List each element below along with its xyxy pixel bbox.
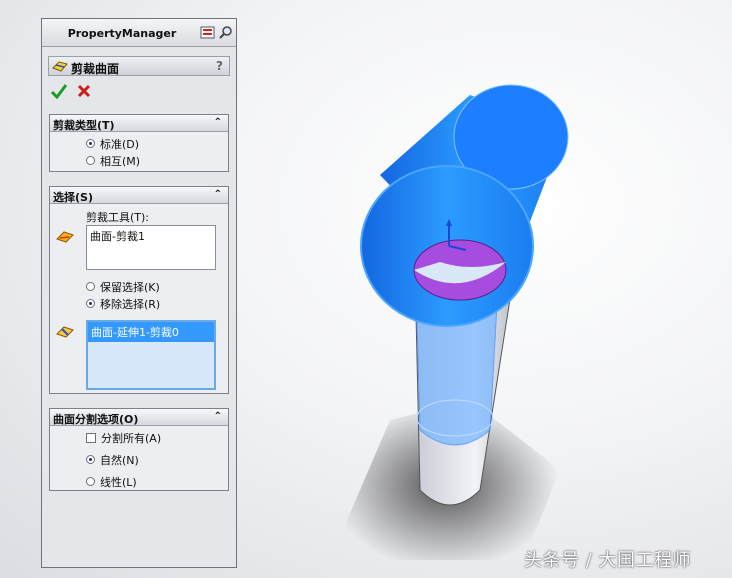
magnifier-icon[interactable] <box>218 25 233 40</box>
trim-tool-icon <box>56 231 74 243</box>
trim-tool-label: 剪裁工具(T): <box>86 211 150 224</box>
help-icon[interactable]: ? <box>216 59 223 73</box>
trim-tool-listbox[interactable]: 曲面-剪裁1 <box>86 225 216 270</box>
ok-checkmark-button[interactable] <box>51 83 67 99</box>
property-manager-panel: PropertyManager 剪裁曲面 ? 剪裁类型(T) ⌃ 标准(D) 相… <box>41 18 237 568</box>
split-options-title: 曲面分割选项(O) <box>53 413 139 426</box>
selections-header[interactable]: 选择(S) ⌃ <box>50 187 228 204</box>
radio-remove-selection[interactable]: 移除选择(R) <box>86 296 160 311</box>
selections-group: 选择(S) ⌃ 剪裁工具(T): 曲面-剪裁1 保留选择(K) 移除选择(R) … <box>49 186 229 394</box>
radio-mutual-label: 相互(M) <box>100 154 141 168</box>
radio-keep-indicator[interactable] <box>86 282 95 291</box>
radio-natural[interactable]: 自然(N) <box>86 452 139 467</box>
watermark-text: 头条号 / 大国工程师 <box>524 550 692 571</box>
radio-keep-selection[interactable]: 保留选择(K) <box>86 279 160 294</box>
radio-keep-label: 保留选择(K) <box>100 280 160 294</box>
radio-linear-indicator[interactable] <box>86 477 95 486</box>
radio-linear[interactable]: 线性(L) <box>86 474 137 489</box>
trim-surface-icon <box>52 61 68 72</box>
collapse-chevron-icon[interactable]: ⌃ <box>214 117 222 128</box>
split-options-group: 曲面分割选项(O) ⌃ 分割所有(A) 自然(N) 线性(L) <box>49 408 229 491</box>
selected-piece-item[interactable]: 曲面-延伸1-剪裁0 <box>88 322 214 342</box>
collapse-chevron-icon[interactable]: ⌃ <box>214 189 222 200</box>
trimmed-surface[interactable] <box>360 165 534 327</box>
trim-type-header[interactable]: 剪裁类型(T) ⌃ <box>50 115 228 132</box>
radio-standard-label: 标准(D) <box>100 137 140 151</box>
radio-natural-indicator[interactable] <box>86 455 95 464</box>
checkbox-split-all[interactable]: 分割所有(A) <box>86 430 161 445</box>
pieces-listbox[interactable]: 曲面-延伸1-剪裁0 <box>86 320 216 390</box>
radio-standard[interactable]: 标准(D) <box>86 136 139 151</box>
panel-header: PropertyManager <box>42 19 236 47</box>
feature-title: 剪裁曲面 <box>71 62 120 76</box>
radio-standard-indicator[interactable] <box>86 139 95 148</box>
radio-linear-label: 线性(L) <box>100 475 137 489</box>
feature-title-bar: 剪裁曲面 ? <box>48 56 230 76</box>
radio-mutual[interactable]: 相互(M) <box>86 153 140 168</box>
pin-panel-icon[interactable] <box>200 25 215 40</box>
radio-natural-label: 自然(N) <box>100 453 139 467</box>
radio-remove-indicator[interactable] <box>86 299 95 308</box>
radio-remove-label: 移除选择(R) <box>100 297 161 311</box>
collapse-chevron-icon[interactable]: ⌃ <box>214 411 222 422</box>
cancel-x-button[interactable] <box>77 84 91 98</box>
split-options-header[interactable]: 曲面分割选项(O) ⌃ <box>50 409 228 426</box>
graphics-viewport[interactable] <box>300 60 620 560</box>
selections-title: 选择(S) <box>53 191 93 204</box>
radio-mutual-indicator[interactable] <box>86 156 95 165</box>
checkbox-split-all-box[interactable] <box>86 432 96 443</box>
trim-tool-item[interactable]: 曲面-剪裁1 <box>87 226 215 246</box>
checkbox-split-all-label: 分割所有(A) <box>101 431 162 445</box>
trim-type-title: 剪裁类型(T) <box>53 119 115 132</box>
panel-title: PropertyManager <box>67 27 177 40</box>
trim-type-group: 剪裁类型(T) ⌃ 标准(D) 相互(M) <box>49 114 229 172</box>
pieces-icon <box>56 326 74 338</box>
